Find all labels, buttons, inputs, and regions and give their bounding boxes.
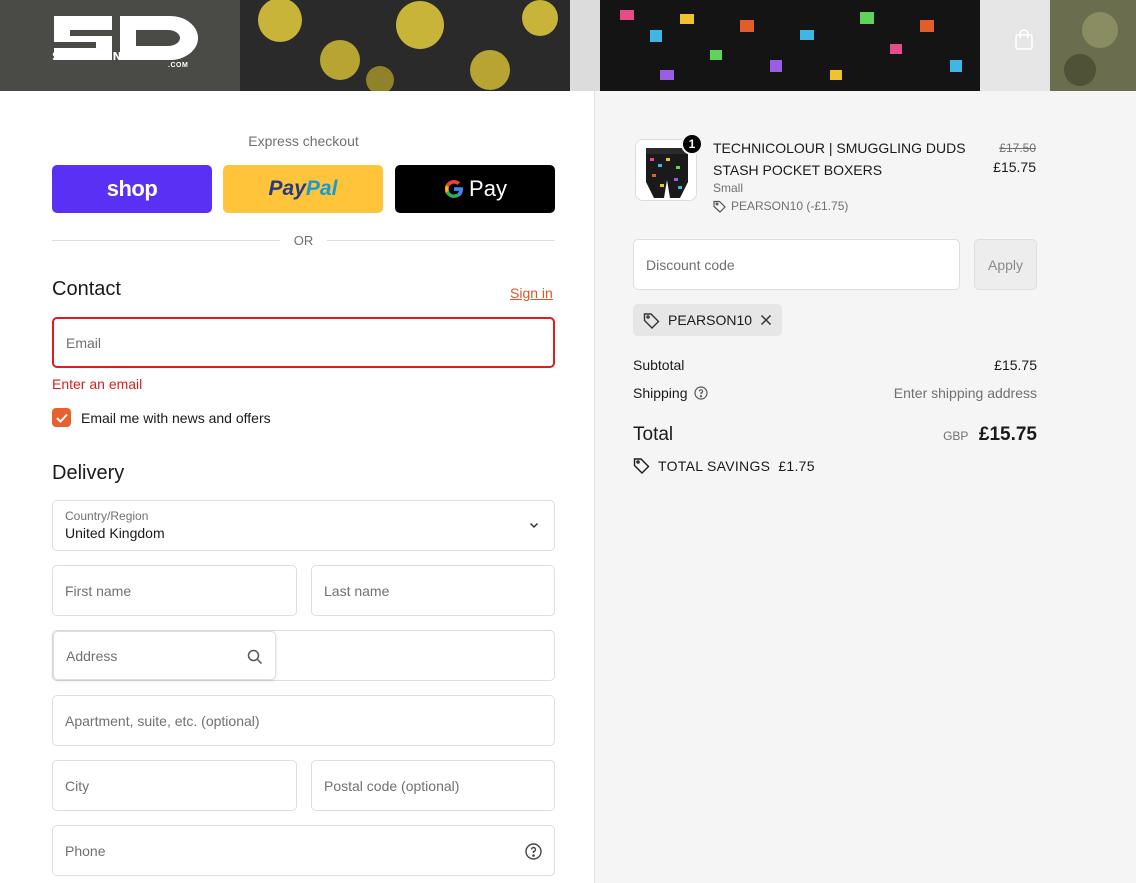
email-placeholder: Email [66,334,102,351]
city-field[interactable]: City [52,760,297,811]
logo-text: SMUGGLING DUDS [52,50,174,63]
checkmark-icon [55,413,68,423]
or-divider: OR [52,231,555,249]
contact-heading: Contact [52,278,121,300]
logo-subtext: .COM [168,62,189,69]
apply-button[interactable]: Apply [974,239,1037,290]
first-name-field[interactable]: First name [52,565,297,616]
tag-icon [643,312,660,329]
total-savings-label: TOTAL SAVINGS [658,457,771,474]
tag-icon [713,200,726,213]
applied-discount-tag: PEARSON10 [633,304,783,336]
delivery-heading: Delivery [52,462,125,484]
search-icon[interactable] [247,649,263,665]
newsletter-label: Email me with news and offers [81,409,271,426]
city-placeholder: City [65,777,90,794]
email-error-message: Enter an email [52,376,143,392]
close-icon[interactable] [760,314,772,326]
phone-placeholder: Phone [65,842,106,859]
subtotal-label: Subtotal [633,357,685,373]
apartment-placeholder: Apartment, suite, etc. (optional) [65,712,260,729]
shopping-bag-icon[interactable] [1012,28,1036,52]
help-circle-icon[interactable] [693,386,708,400]
country-region-label: Country/Region [65,509,149,523]
currency-code: GBP [943,429,969,443]
applied-discount-code: PEARSON10 [668,312,753,328]
product-name: TECHNICOLOUR | SMUGGLING DUDS STASH POCK… [713,140,966,178]
last-name-field[interactable]: Last name [311,565,555,616]
divider-line-right [327,239,555,241]
paypal-button[interactable]: Pay Pal [223,165,383,213]
discount-code-placeholder: Discount code [646,256,735,273]
header-banner: SMUGGLING DUDS .COM [0,0,1136,91]
country-region-value: United Kingdom [65,525,165,541]
shipping-label: Shipping [633,385,688,401]
address-field[interactable]: Address [53,631,276,680]
apartment-field[interactable]: Apartment, suite, etc. (optional) [52,695,555,746]
subtotal-value: £15.75 [994,357,1037,373]
total-row: Total GBP £15.75 [633,424,1037,446]
total-savings-value: £1.75 [778,457,815,474]
phone-field[interactable]: Phone [52,825,555,876]
product-discount: PEARSON10 (-£1.75) [713,199,848,213]
shop-pay-label: shop [106,176,158,201]
shipping-value: Enter shipping address [893,385,1037,401]
discount-code-input[interactable]: Discount code [633,239,960,290]
subtotal-row: Subtotal £15.75 [633,357,1037,373]
chevron-down-icon [529,522,539,529]
discounted-price: £15.75 [993,159,1036,175]
order-summary: 1 TECHNICOLOUR | SMUGGLING DUDS STASH PO… [594,91,1136,883]
address-placeholder: Address [66,647,118,664]
google-pay-label: Pay [469,176,507,201]
email-field[interactable]: Email [52,317,555,368]
paypal-label-pal: Pal [305,177,338,200]
product-discount-label: PEARSON10 (-£1.75) [731,199,849,213]
country-region-select[interactable]: Country/Region United Kingdom [52,500,555,551]
first-name-placeholder: First name [65,582,132,599]
newsletter-checkbox-row[interactable]: Email me with news and offers [52,408,271,427]
or-label: OR [293,232,314,248]
total-label: Total [633,424,674,445]
shipping-row: Shipping Enter shipping address [633,385,1037,401]
shop-pay-button[interactable]: shop [52,165,212,213]
total-value: £15.75 [978,424,1037,445]
quantity-badge: 1 [681,133,703,155]
total-savings: TOTAL SAVINGS £1.75 [633,457,815,474]
sign-in-link[interactable]: Sign in [510,285,553,301]
product-variant: Small [713,181,744,195]
google-pay-button[interactable]: Pay [395,165,555,213]
divider-line-left [52,239,280,241]
postal-code-placeholder: Postal code (optional) [324,777,460,794]
original-price: £17.50 [999,141,1036,155]
checkout-form: Express checkout shop Pay Pal Pay OR Cont… [0,91,594,883]
last-name-placeholder: Last name [324,582,390,599]
google-g-icon [445,180,464,198]
postal-code-field[interactable]: Postal code (optional) [311,760,555,811]
express-checkout-label: Express checkout [248,133,359,149]
newsletter-checkbox[interactable] [52,408,71,427]
help-circle-icon[interactable] [525,843,542,860]
tag-icon [633,458,650,474]
paypal-label-pay: Pay [268,177,306,200]
